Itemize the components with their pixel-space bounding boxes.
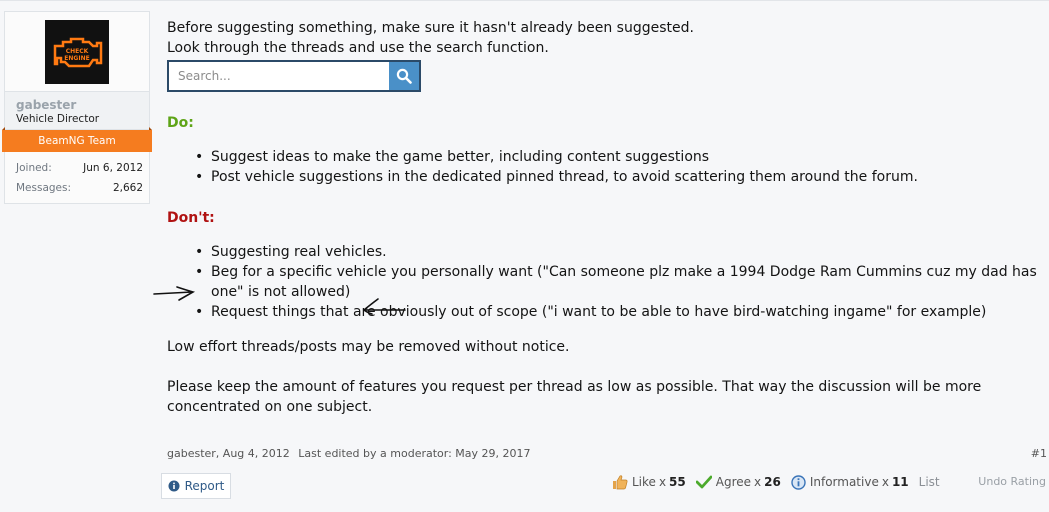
ratings-bar: Like x 55 Agree x 26 Informative x 11 Li… [612,474,940,490]
author-date-link[interactable]: gabester, Aug 4, 2012 [167,447,290,460]
post-meta: gabester, Aug 4, 2012 Last edited by a m… [167,447,531,460]
list-item: Suggest ideas to make the game better, i… [195,147,1047,167]
checkmark-icon [695,475,712,489]
list-item: Post vehicle suggestions in the dedicate… [195,167,1047,187]
rating-agree[interactable]: Agree x 26 [695,475,781,489]
team-banner: BeamNG Team [2,127,152,152]
rating-like[interactable]: Like x 55 [612,474,686,490]
stat-value[interactable]: 2,662 [113,178,143,198]
stat-key: Messages: [16,182,72,194]
svg-text:CHECK: CHECK [66,48,89,55]
rating-label: Informative [809,475,879,489]
thumbs-up-icon [613,475,628,490]
rating-label: Like [632,475,656,489]
list-item: Request things that are obviously out of… [195,302,1047,322]
dont-heading: Don't: [167,210,215,226]
username-link[interactable]: gabester [16,98,139,112]
report-label: Report [184,479,225,493]
search-form [167,60,421,92]
check-engine-icon: CHECK ENGINE [53,37,103,67]
stat-key: Joined: [16,162,52,174]
rating-count: 11 [891,475,909,489]
post-number-link[interactable]: #1 [1031,447,1047,460]
info-circle-icon [168,480,180,492]
rating-count: 55 [669,475,686,489]
rating-times: x [658,475,667,489]
report-button[interactable]: Report [161,473,231,499]
avatar[interactable]: CHECK ENGINE [45,19,109,84]
rating-label: Agree [715,475,752,489]
list-item: Beg for a specific vehicle you personall… [195,262,1047,302]
rating-times: x [881,475,889,489]
user-info: CHECK ENGINE gabester Vehicle Director B… [2,11,152,204]
do-list: Suggest ideas to make the game better, i… [167,147,1047,187]
user-meta: gabester Vehicle Director [4,91,150,130]
post: CHECK ENGINE gabester Vehicle Director B… [0,0,1049,512]
stat-joined: Joined: Jun 6, 2012 [16,158,143,178]
search-input[interactable] [167,60,389,92]
dont-list: Suggesting real vehicles. Beg for a spec… [167,242,1047,322]
do-heading: Do: [167,115,194,131]
rating-times: x [754,475,762,489]
rating-informative[interactable]: Informative x 11 [791,474,909,490]
avatar-box: CHECK ENGINE [4,11,150,91]
undo-rating-link[interactable]: Undo Rating [978,475,1046,488]
paragraph-features: Please keep the amount of features you r… [167,379,982,415]
paragraph-low-effort: Low effort threads/posts may be removed … [167,339,570,355]
intro-line-1: Before suggesting something, make sure i… [167,20,694,36]
user-stats: Joined: Jun 6, 2012 Messages: 2,662 [4,152,150,204]
info-icon [791,474,806,490]
search-icon [396,68,412,84]
intro-line-2: Look through the threads and use the sea… [167,40,549,56]
rating-count: 26 [764,475,781,489]
svg-text:ENGINE: ENGINE [64,55,89,62]
search-button[interactable] [389,60,421,92]
stat-messages: Messages: 2,662 [16,178,143,198]
user-title: Vehicle Director [16,113,100,125]
list-item: Suggesting real vehicles. [195,242,1047,262]
ratings-list-link[interactable]: List [919,475,940,489]
edited-note: Last edited by a moderator: May 29, 2017 [298,447,531,460]
stat-value: Jun 6, 2012 [83,162,143,174]
message-body: Before suggesting something, make sure i… [167,18,1047,417]
